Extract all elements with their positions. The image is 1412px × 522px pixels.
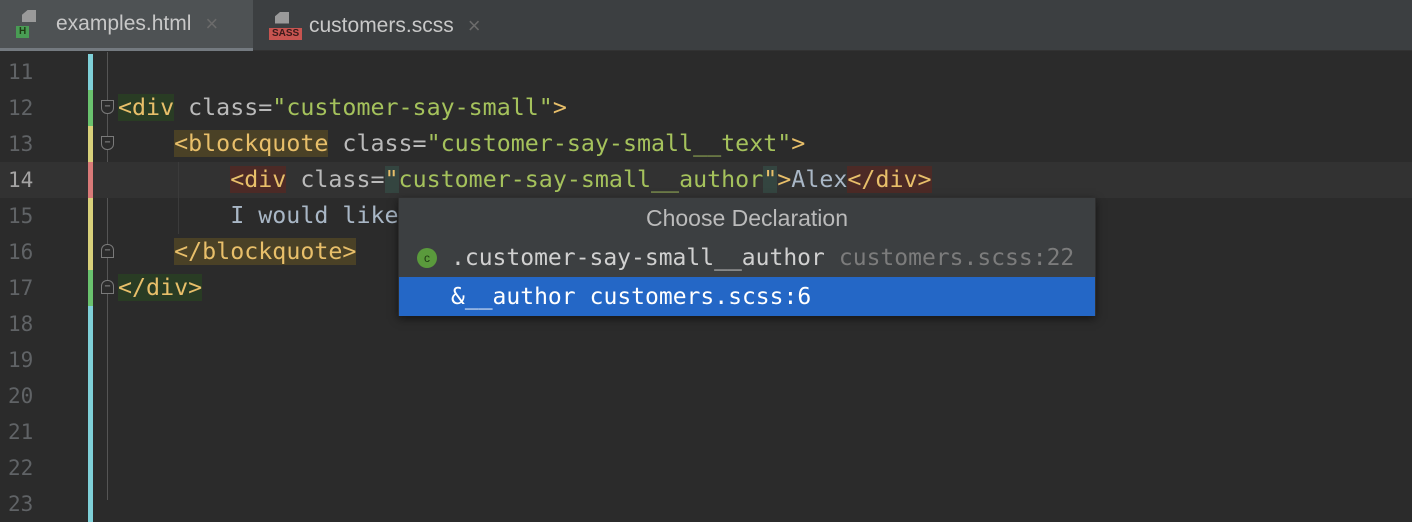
code-token: > (552, 94, 567, 121)
code-token: customer-say-small__author (398, 166, 764, 193)
line-number: 13 (8, 132, 34, 156)
code-text: <blockquote class="customer-say-small__t… (118, 126, 805, 162)
code-text: <div class="customer-say-small__author">… (118, 162, 932, 198)
line-number: 17 (8, 276, 34, 300)
change-marker (88, 90, 93, 126)
fold-open-icon[interactable]: − (101, 136, 114, 150)
change-marker (88, 450, 93, 486)
change-marker (88, 270, 93, 306)
line-number: 22 (8, 456, 34, 480)
fold-close-icon[interactable]: − (101, 244, 114, 258)
code-token: > (791, 130, 806, 157)
change-marker (88, 198, 93, 234)
declaration-name: .customer-say-small__author (451, 244, 825, 271)
choose-declaration-popup: Choose Declaration c .customer-say-small… (398, 197, 1096, 316)
code-token: I would like (118, 202, 399, 229)
code-text: </div> (118, 270, 203, 306)
change-marker (88, 486, 93, 522)
code-line[interactable]: 20 (0, 378, 1412, 414)
line-number: 21 (8, 420, 34, 444)
code-token: " (384, 166, 399, 193)
line-number: 23 (8, 492, 34, 516)
code-token: "customer-say-small__text" (426, 130, 792, 157)
close-tab-icon[interactable]: × (468, 13, 481, 39)
line-number: 18 (8, 312, 34, 336)
code-line[interactable]: 22 (0, 450, 1412, 486)
declaration-name: &__author (451, 283, 576, 310)
code-line[interactable]: 14 <div class="customer-say-small__autho… (0, 162, 1412, 198)
declaration-item[interactable]: c .customer-say-small__author customers.… (399, 238, 1095, 277)
code-line[interactable]: 23 (0, 486, 1412, 522)
line-number: 12 (8, 96, 34, 120)
code-token: </div> (118, 274, 203, 301)
code-token: > (777, 166, 792, 193)
code-token: class= (286, 166, 385, 193)
code-token: <div (118, 94, 175, 121)
code-token: "customer-say-small" (272, 94, 553, 121)
line-number: 20 (8, 384, 34, 408)
change-marker (88, 342, 93, 378)
code-token: </blockquote> (174, 238, 357, 265)
close-tab-icon[interactable]: × (205, 11, 218, 37)
code-line[interactable]: 21 (0, 414, 1412, 450)
fold-open-icon[interactable]: − (101, 100, 114, 114)
code-token: <div (230, 166, 287, 193)
code-line[interactable]: 11 (0, 54, 1412, 90)
code-token: class= (328, 130, 427, 157)
code-token: " (763, 166, 778, 193)
declaration-item-selected[interactable]: &__author customers.scss:6 (399, 277, 1095, 316)
code-text: </blockquote> (118, 234, 357, 270)
line-number: 19 (8, 348, 34, 372)
line-number: 14 (8, 168, 34, 192)
css-class-icon: c (417, 247, 437, 268)
change-marker (88, 126, 93, 162)
declaration-location: customers.scss:6 (589, 283, 812, 310)
change-marker (88, 162, 93, 198)
popup-title: Choose Declaration (645, 205, 848, 231)
fold-close-icon[interactable]: − (101, 280, 114, 294)
code-line[interactable]: 13 <blockquote class="customer-say-small… (0, 126, 1412, 162)
code-token: Alex (791, 166, 848, 193)
tab-label: examples.html (56, 12, 192, 35)
line-number: 16 (8, 240, 34, 264)
code-token: </div> (847, 166, 932, 193)
change-marker (88, 378, 93, 414)
tab-customers-scss[interactable]: SASS customers.scss × (253, 0, 513, 51)
code-text: <div class="customer-say-small"> (118, 90, 567, 126)
change-marker (88, 414, 93, 450)
line-number: 15 (8, 204, 34, 228)
html-file-icon: H (16, 10, 46, 38)
code-token: <blockquote (174, 130, 329, 157)
line-number: 11 (8, 60, 34, 84)
editor-tab-bar: Hexamples.html × SASS customers.scss × (0, 0, 1412, 51)
change-marker (88, 234, 93, 270)
code-line[interactable]: 19 (0, 342, 1412, 378)
code-line[interactable]: 12 <div class="customer-say-small"> (0, 90, 1412, 126)
tab-label: customers.scss (309, 13, 454, 37)
change-marker (88, 54, 93, 90)
sass-file-icon: SASS (269, 11, 303, 40)
tab-examples-html[interactable]: Hexamples.html × (0, 0, 253, 51)
change-marker (88, 306, 93, 342)
declaration-location: customers.scss:22 (838, 244, 1075, 271)
indent-guide (178, 162, 179, 234)
code-token: class= (174, 94, 273, 121)
code-text: I would like (118, 198, 399, 234)
